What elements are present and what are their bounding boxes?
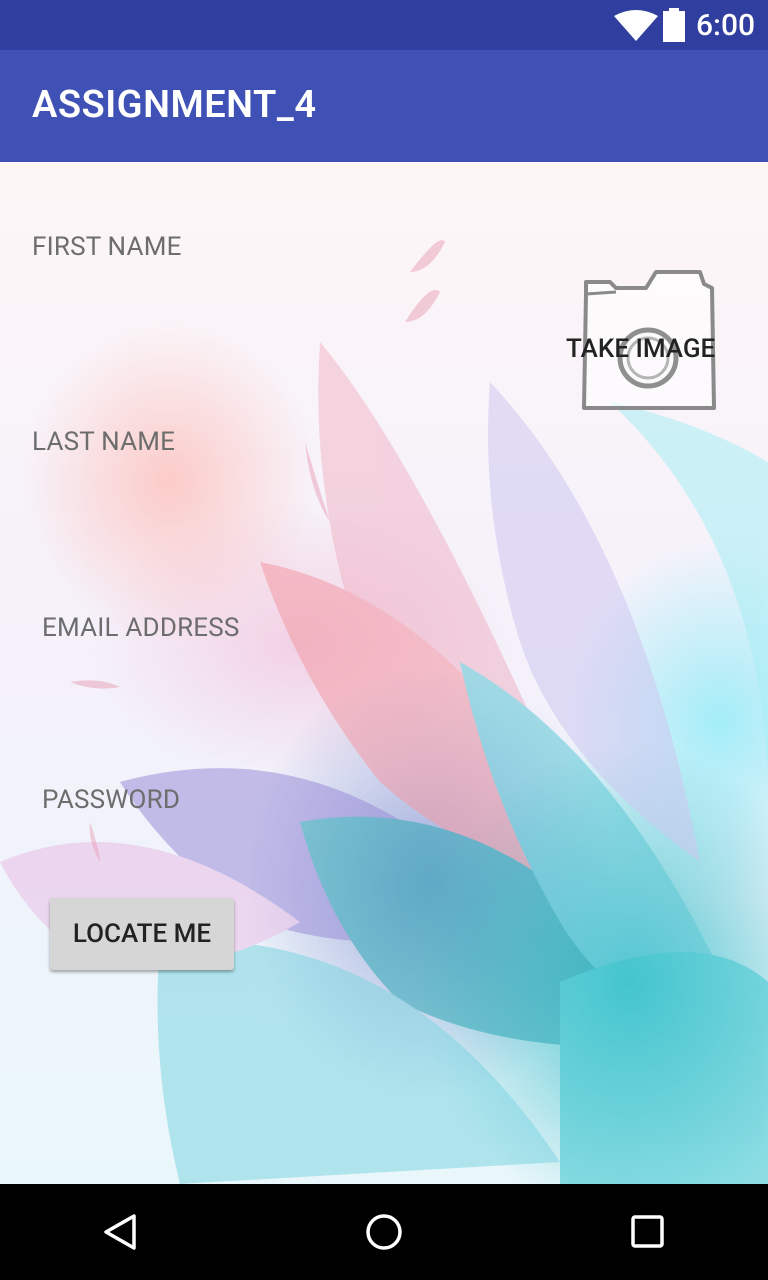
battery-icon: [663, 8, 685, 42]
status-time: 6:00: [696, 8, 756, 43]
take-image-label: TAKE IMAGE: [566, 334, 716, 364]
email-address-label: EMAIL ADDRESS: [42, 613, 240, 643]
take-image-button[interactable]: TAKE IMAGE: [566, 268, 720, 412]
status-bar: 6:00: [0, 0, 768, 50]
app-title: ASSIGNMENT_4: [32, 83, 317, 127]
locate-me-button[interactable]: LOCATE ME: [50, 898, 234, 970]
app-bar: ASSIGNMENT_4: [0, 50, 768, 162]
form-content: FIRST NAME LAST NAME EMAIL ADDRESS PASSW…: [0, 162, 768, 1184]
first-name-label: FIRST NAME: [32, 232, 182, 262]
last-name-label: LAST NAME: [32, 427, 176, 457]
password-label: PASSWORD: [42, 785, 181, 815]
wifi-icon: [614, 10, 658, 41]
recents-icon[interactable]: [630, 1214, 666, 1250]
navigation-bar: [0, 1184, 768, 1280]
back-icon[interactable]: [100, 1212, 140, 1252]
home-icon[interactable]: [364, 1212, 404, 1252]
